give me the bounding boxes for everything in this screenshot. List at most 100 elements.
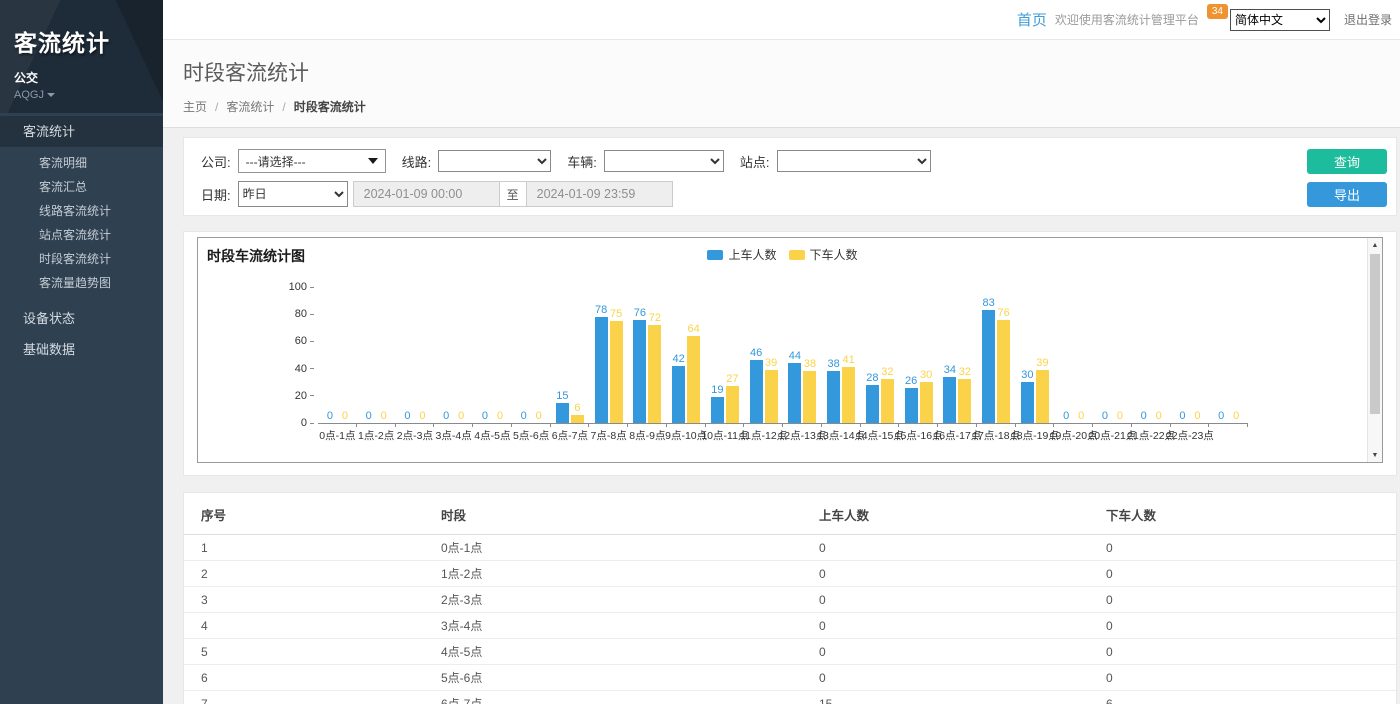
table-cell: 6 [184,665,424,691]
x-axis-label: 11点-12点 [744,428,783,443]
bar: 64 [687,336,700,423]
bar-value-label: 38 [804,359,816,370]
chart-scrollbar[interactable]: ▲ ▼ [1367,238,1382,462]
bar-group: 00 [512,288,551,423]
x-axis-tick [899,423,938,427]
table-row: 32点-3点00 [184,587,1396,613]
sidebar-subitem[interactable]: 时段客流统计 [0,247,163,271]
sidebar-group[interactable]: 设备状态 [0,303,163,334]
y-axis-tick: 100 [289,281,318,293]
sidebar-subitem[interactable]: 客流量趋势图 [0,271,163,295]
scrollbar-up-arrow[interactable]: ▲ [1368,238,1382,252]
x-axis-label: 14点-15点 [861,428,900,443]
x-axis-label: 4点-5点 [473,428,512,443]
x-axis-label: 3点-4点 [434,428,473,443]
sidebar-subitem[interactable]: 站点客流统计 [0,223,163,247]
scrollbar-thumb[interactable] [1370,254,1380,414]
bar-value-label: 38 [828,359,840,370]
table-row: 43点-4点00 [184,613,1396,639]
table-cell: 6点-7点 [424,691,802,704]
station-select[interactable] [777,150,931,172]
table-cell: 1点-2点 [424,561,802,587]
date-preset-select[interactable]: 昨日 [238,181,348,207]
vehicle-select[interactable] [604,150,724,172]
x-axis-labels: 0点-1点1点-2点2点-3点3点-4点4点-5点5点-6点6点-7点7点-8点… [318,428,1248,443]
table-cell: 3点-4点 [424,613,802,639]
query-button[interactable]: 查询 [1307,149,1387,174]
bar-value-label: 0 [1141,411,1147,422]
bar-value-label: 0 [342,411,348,422]
bar-group: 156 [551,288,590,423]
table-row: 10点-1点00 [184,535,1396,561]
bar: 32 [958,379,971,423]
bar: 76 [997,320,1010,423]
bar-value-label: 0 [458,411,464,422]
account-name: AQGJ [14,89,44,101]
bar: 46 [750,360,763,423]
scrollbar-down-arrow[interactable]: ▼ [1368,448,1382,462]
x-axis-label: 15点-16点 [899,428,938,443]
filter-panel: 公司: ---请选择--- 线路: 车辆: 站点: 日期: 昨日 2024-01… [183,137,1397,216]
filter-row-2: 日期: 昨日 2024-01-09 00:00 至 2024-01-09 23:… [201,181,1396,207]
x-axis-label: 13点-14点 [822,428,861,443]
bar: 75 [610,321,623,423]
caret-down-icon [368,158,378,164]
date-from-input[interactable]: 2024-01-09 00:00 [353,181,500,207]
x-axis-label: 0点-1点 [318,428,357,443]
chart-legend: 上车人数 下车人数 [198,246,1367,263]
legend-item-alighting[interactable]: 下车人数 [789,246,858,263]
chart-bars: 0000000000001567875767242641927463944383… [318,288,1248,423]
bar-group: 8376 [977,288,1016,423]
nav-home-link[interactable]: 首页 [1017,9,1047,30]
bar: 78 [595,317,608,423]
bar-value-label: 76 [998,308,1010,319]
bar: 6 [571,415,584,423]
bar-value-label: 0 [381,411,387,422]
bar-value-label: 83 [983,298,995,309]
x-axis-label: 17点-18点 [977,428,1016,443]
table-cell: 0 [802,613,1089,639]
bar: 72 [648,325,661,423]
x-axis-tick [396,423,435,427]
bar-value-label: 39 [765,358,777,369]
export-button[interactable]: 导出 [1307,182,1387,207]
company-select[interactable]: ---请选择--- [238,149,386,173]
bar-value-label: 28 [866,373,878,384]
notification-badge[interactable]: 34 [1207,4,1228,19]
bar-value-label: 0 [1218,411,1224,422]
main-area: 首页 欢迎使用客流统计管理平台 34 简体中文 退出登录 时段客流统计 主页 /… [163,0,1400,704]
bar: 30 [920,382,933,423]
bar: 34 [943,377,956,423]
sidebar-subitem[interactable]: 客流明细 [0,151,163,175]
bar-group: 7875 [589,288,628,423]
sidebar-group[interactable]: 基础数据 [0,334,163,365]
x-axis-label: 18点-19点 [1016,428,1055,443]
breadcrumb-home[interactable]: 主页 [183,98,207,115]
account-dropdown[interactable]: AQGJ [14,89,149,101]
x-axis-label: 21点-22点 [1132,428,1171,443]
x-axis-label: 7点-8点 [589,428,628,443]
bar-value-label: 41 [843,355,855,366]
line-select[interactable] [438,150,551,172]
table-cell: 5点-6点 [424,665,802,691]
x-axis-ticks [318,423,1248,427]
bar-value-label: 0 [1194,411,1200,422]
logout-link[interactable]: 退出登录 [1344,11,1392,28]
breadcrumb-current: 时段客流统计 [294,98,366,115]
sidebar-submenu: 客流明细客流汇总线路客流统计站点客流统计时段客流统计客流量趋势图 [0,147,163,303]
language-select[interactable]: 简体中文 [1230,9,1330,31]
breadcrumb-section[interactable]: 客流统计 [226,98,274,115]
sidebar-group[interactable]: 客流统计 [0,116,163,147]
x-axis-label: 10点-11点 [706,428,745,443]
app-title: 客流统计 [14,24,149,58]
bar: 26 [905,388,918,423]
date-to-input[interactable]: 2024-01-09 23:59 [526,181,673,207]
legend-item-boarding[interactable]: 上车人数 [707,246,776,263]
table-cell: 0 [1089,587,1396,613]
bar-value-label: 19 [711,385,723,396]
sidebar-subitem[interactable]: 客流汇总 [0,175,163,199]
table-cell: 0 [802,561,1089,587]
table-cell: 0 [1089,639,1396,665]
x-axis-tick [628,423,667,427]
sidebar-subitem[interactable]: 线路客流统计 [0,199,163,223]
